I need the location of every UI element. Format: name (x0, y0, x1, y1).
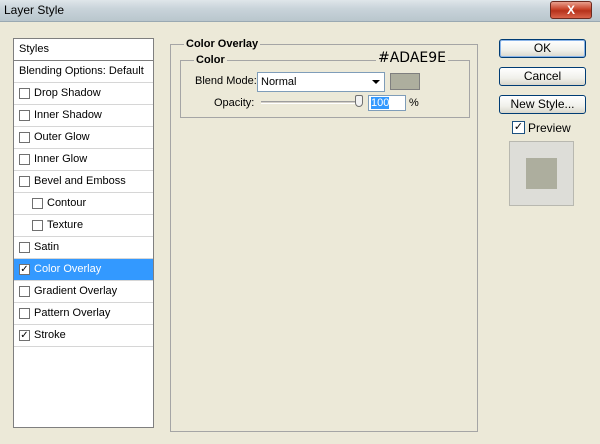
style-item-blending-options-default[interactable]: Blending Options: Default (14, 61, 153, 83)
opacity-unit: % (409, 97, 419, 109)
style-item-label: Bevel and Emboss (34, 175, 126, 187)
style-item-texture[interactable]: Texture (14, 215, 153, 237)
style-item-label: Contour (47, 197, 87, 209)
style-item-checkbox[interactable] (19, 110, 30, 121)
opacity-slider-thumb[interactable] (355, 95, 363, 107)
style-item-label: Satin (34, 241, 60, 253)
section-title: Color Overlay (184, 38, 261, 50)
color-group-title: Color (194, 54, 227, 66)
style-item-label: Blending Options: Default (19, 65, 144, 77)
opacity-label: Opacity: (214, 97, 255, 109)
style-item-inner-shadow[interactable]: Inner Shadow (14, 105, 153, 127)
title-bar: Layer Style X (0, 0, 600, 22)
style-item-checkbox[interactable] (32, 220, 43, 231)
blend-mode-label: Blend Mode: (195, 75, 257, 87)
style-item-label: Texture (47, 219, 84, 231)
opacity-input[interactable]: 100 (368, 95, 406, 111)
preview-box (509, 141, 574, 206)
style-item-checkbox[interactable]: ✓ (19, 330, 30, 341)
layer-style-dialog: Layer Style X Styles Blending Options: D… (0, 0, 600, 444)
styles-list: Styles Blending Options: Default Drop Sha… (13, 38, 154, 428)
style-item-label: Drop Shadow (34, 87, 101, 99)
style-item-label: Stroke (34, 329, 66, 341)
style-item-checkbox[interactable]: ✓ (19, 264, 30, 275)
style-item-label: Gradient Overlay (34, 285, 118, 297)
style-item-checkbox[interactable] (19, 132, 30, 143)
style-item-checkbox[interactable] (19, 286, 30, 297)
styles-header-label: Styles (19, 43, 49, 55)
preview-checkbox[interactable]: ✓ (512, 121, 525, 134)
blend-mode-value: Normal (261, 76, 297, 88)
style-item-label: Outer Glow (34, 131, 90, 143)
style-item-checkbox[interactable] (32, 198, 43, 209)
preview-label: Preview (528, 121, 571, 135)
styles-header[interactable]: Styles (14, 39, 153, 61)
style-item-contour[interactable]: Contour (14, 193, 153, 215)
chevron-down-icon (372, 80, 380, 84)
close-button[interactable]: X (550, 1, 592, 19)
style-item-bevel-and-emboss[interactable]: Bevel and Emboss (14, 171, 153, 193)
preview-square (526, 158, 557, 189)
style-item-inner-glow[interactable]: Inner Glow (14, 149, 153, 171)
style-item-outer-glow[interactable]: Outer Glow (14, 127, 153, 149)
color-swatch[interactable] (390, 73, 420, 90)
cancel-button[interactable]: Cancel (499, 67, 586, 86)
style-item-checkbox[interactable] (19, 242, 30, 253)
style-item-label: Color Overlay (34, 263, 102, 275)
opacity-slider-track[interactable] (261, 101, 363, 104)
style-item-label: Inner Shadow (34, 109, 102, 121)
ok-button[interactable]: OK (499, 39, 586, 58)
style-item-stroke[interactable]: ✓ Stroke (14, 325, 153, 347)
window-title: Layer Style (4, 3, 65, 17)
style-item-color-overlay[interactable]: ✓ Color Overlay (14, 259, 153, 281)
blend-mode-select[interactable]: Normal (257, 72, 385, 92)
style-item-label: Pattern Overlay (34, 307, 111, 319)
new-style-button[interactable]: New Style... (499, 95, 586, 114)
style-item-pattern-overlay[interactable]: Pattern Overlay (14, 303, 153, 325)
opacity-value: 100 (371, 97, 390, 109)
style-item-drop-shadow[interactable]: Drop Shadow (14, 83, 153, 105)
style-item-satin[interactable]: Satin (14, 237, 153, 259)
style-item-checkbox[interactable] (19, 88, 30, 99)
hex-annotation: #ADAE9E (376, 50, 449, 66)
style-item-checkbox[interactable] (19, 176, 30, 187)
style-item-label: Inner Glow (34, 153, 88, 165)
style-item-checkbox[interactable] (19, 154, 30, 165)
style-item-checkbox[interactable] (19, 308, 30, 319)
style-item-gradient-overlay[interactable]: Gradient Overlay (14, 281, 153, 303)
